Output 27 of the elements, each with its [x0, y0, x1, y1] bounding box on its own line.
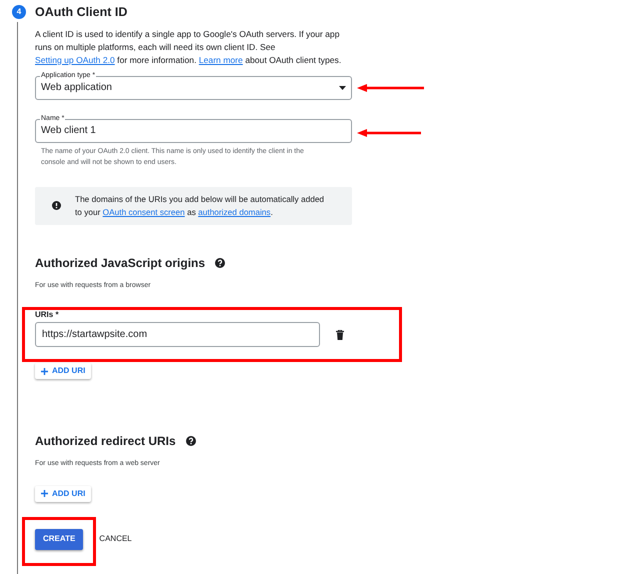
add-uri-button[interactable]: ADD URI: [35, 486, 92, 502]
link[interactable]: Learn more: [198, 54, 243, 65]
dropdown-caret-icon: [339, 86, 346, 90]
create-button[interactable]: CREATE: [35, 528, 84, 550]
trash-icon[interactable]: [336, 330, 344, 340]
link[interactable]: Setting up OAuth 2.0: [35, 54, 115, 65]
description-text: A client ID is used to identify a single app to Google's OAuth servers. If your app runs on multiple platforms, each will need its own client ID. See Setting up OAuth 2.0 for more information. Learn more about OAuth client types.: [35, 28, 342, 67]
arrow-annotation: [357, 129, 421, 137]
cancel-button[interactable]: CANCEL: [99, 528, 132, 550]
select-value: Web application: [41, 81, 113, 96]
step-number: 4: [12, 5, 26, 20]
arrow-annotation: [357, 84, 424, 92]
help-icon[interactable]: [186, 436, 196, 446]
help-icon[interactable]: [215, 258, 226, 268]
field-value: Web client 1: [41, 124, 96, 138]
info-icon: [52, 201, 61, 210]
info-text: The domains of the URIs you add below will be automatically added to your OAuth consent screen as authorized domains.: [75, 192, 326, 219]
link[interactable]: authorized domains: [198, 206, 271, 217]
link[interactable]: OAuth consent screen: [102, 206, 185, 217]
uris-label: URIs *: [35, 310, 60, 320]
plus-icon: [41, 368, 48, 375]
uri-field[interactable]: https://startawpsite.com: [35, 322, 320, 348]
section-heading: Authorized JavaScript origins: [35, 254, 206, 272]
section-title: OAuth Client ID: [35, 4, 128, 21]
add-uri-button[interactable]: ADD URI: [35, 363, 92, 380]
plus-icon: [41, 490, 48, 498]
section-heading: Authorized redirect URIs: [35, 433, 176, 450]
